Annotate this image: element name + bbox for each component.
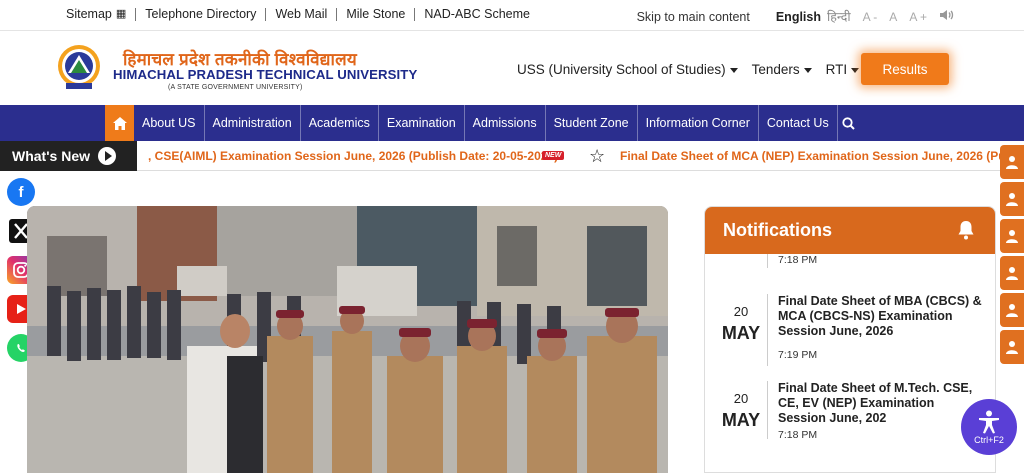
notification-title[interactable]: Final Date Sheet of M.Tech. CSE, CE, EV … xyxy=(778,381,985,426)
user-icon xyxy=(1006,341,1018,354)
side-tab[interactable] xyxy=(1000,182,1024,216)
rti-menu-label: RTI xyxy=(825,62,848,77)
star-icon: ☆ xyxy=(589,146,606,166)
divider xyxy=(767,381,768,439)
rti-menu[interactable]: RTI xyxy=(826,62,860,77)
notifications-list: 7:18 PM 20 MAY Final Date Sheet of MBA (… xyxy=(705,254,995,472)
user-icon xyxy=(1006,304,1018,317)
divider xyxy=(767,254,768,268)
side-tab[interactable] xyxy=(1000,145,1024,179)
user-icon xyxy=(1006,230,1018,243)
hero-slider-image[interactable] xyxy=(27,206,668,473)
font-normal-button[interactable]: A xyxy=(889,10,897,24)
top-utility-bar: Sitemap ▦ Telephone Directory Web Mail Mi… xyxy=(0,0,1024,31)
brand-subtitle: (A STATE GOVERNMENT UNIVERSITY) xyxy=(168,84,303,91)
chevron-down-icon xyxy=(803,67,812,73)
ticker-item[interactable]: Final Date Sheet of MCA (NEP) Examinatio… xyxy=(620,149,1000,163)
notifications-title: Notifications xyxy=(723,220,833,240)
notification-title[interactable]: Final Date Sheet of MBA (CBCS) & MCA (CB… xyxy=(778,294,985,339)
main-navbar: About US Administration Academics Examin… xyxy=(0,105,1024,141)
facebook-icon[interactable]: f xyxy=(7,178,35,206)
side-tab[interactable] xyxy=(1000,256,1024,290)
chevron-down-icon xyxy=(851,67,860,73)
uss-menu-label: USS (University School of Studies) xyxy=(517,62,726,77)
university-logo[interactable] xyxy=(56,43,102,91)
nav-academics[interactable]: Academics xyxy=(301,105,379,141)
nav-information-corner[interactable]: Information Corner xyxy=(638,105,759,141)
site-header: हिमाचल प्रदेश तकनीकी विश्वविद्यालय HIMAC… xyxy=(0,31,1024,105)
side-tab[interactable] xyxy=(1000,219,1024,253)
brand-english: HIMACHAL PRADESH TECHNICAL UNIVERSITY xyxy=(113,67,418,82)
font-increase-button[interactable]: A + xyxy=(909,10,927,24)
search-button[interactable] xyxy=(838,105,860,141)
nav-student-zone[interactable]: Student Zone xyxy=(546,105,638,141)
new-badge: NEW xyxy=(542,151,565,160)
search-icon xyxy=(842,116,855,130)
uss-menu[interactable]: USS (University School of Studies) xyxy=(517,62,738,77)
accessibility-shortcut: Ctrl+F2 xyxy=(974,434,1004,445)
mile-stone-link[interactable]: Mile Stone xyxy=(337,8,416,22)
speaker-icon[interactable] xyxy=(939,9,954,24)
header-menu: USS (University School of Studies) Tende… xyxy=(517,62,873,77)
sitemap-link[interactable]: Sitemap ▦ xyxy=(66,7,137,22)
nav-about-us[interactable]: About US xyxy=(134,105,205,141)
bell-icon xyxy=(957,220,975,245)
top-right-tools: Skip to main content English हिन्दी A - … xyxy=(637,8,954,25)
nav-contact-us[interactable]: Contact Us xyxy=(759,105,838,141)
notification-item[interactable]: 20 MAY Final Date Sheet of M.Tech. CSE, … xyxy=(705,381,995,472)
top-links: Sitemap ▦ Telephone Directory Web Mail Mi… xyxy=(66,7,539,22)
notifications-header: Notifications xyxy=(705,207,995,254)
tenders-menu[interactable]: Tenders xyxy=(752,62,812,77)
play-icon[interactable] xyxy=(98,147,117,165)
nad-abc-scheme-link[interactable]: NAD-ABC Scheme xyxy=(415,8,539,21)
user-icon xyxy=(1006,156,1018,169)
skip-to-main-link[interactable]: Skip to main content xyxy=(637,10,750,24)
side-tab[interactable] xyxy=(1000,293,1024,327)
home-button[interactable] xyxy=(105,105,134,141)
chevron-down-icon xyxy=(729,67,738,73)
sitemap-label: Sitemap xyxy=(66,7,112,21)
nav-items: About US Administration Academics Examin… xyxy=(134,105,860,141)
language-hindi[interactable]: हिन्दी xyxy=(827,8,851,25)
font-decrease-button[interactable]: A - xyxy=(863,10,878,24)
whats-new-text: What's New xyxy=(12,148,91,164)
accessibility-button[interactable]: Ctrl+F2 xyxy=(961,399,1017,455)
whats-new-label: What's New xyxy=(0,141,137,171)
notification-time: 7:19 PM xyxy=(778,349,818,361)
results-button[interactable]: Results xyxy=(861,53,949,85)
whats-new-ticker: What's New , CSE(AIML) Examination Sessi… xyxy=(0,141,1000,171)
language-english[interactable]: English xyxy=(776,10,821,24)
web-mail-link[interactable]: Web Mail xyxy=(266,8,338,22)
telephone-directory-link[interactable]: Telephone Directory xyxy=(136,8,267,22)
user-icon xyxy=(1006,193,1018,206)
ticker-item[interactable]: , CSE(AIML) Examination Session June, 20… xyxy=(148,149,558,163)
side-tab[interactable] xyxy=(1000,330,1024,364)
right-side-tabs xyxy=(1000,145,1024,367)
nav-administration[interactable]: Administration xyxy=(205,105,301,141)
sitemap-icon: ▦ xyxy=(115,8,127,21)
divider xyxy=(767,294,768,366)
accessibility-icon xyxy=(979,410,999,433)
tenders-menu-label: Tenders xyxy=(751,62,800,77)
notifications-panel: Notifications 7:18 PM 20 MAY Final Date … xyxy=(704,206,996,473)
nav-admissions[interactable]: Admissions xyxy=(465,105,546,141)
home-icon xyxy=(112,116,127,130)
user-icon xyxy=(1006,267,1018,280)
nav-examination[interactable]: Examination xyxy=(379,105,465,141)
notification-time: 7:18 PM xyxy=(778,429,818,441)
notification-time: 7:18 PM xyxy=(778,254,818,266)
